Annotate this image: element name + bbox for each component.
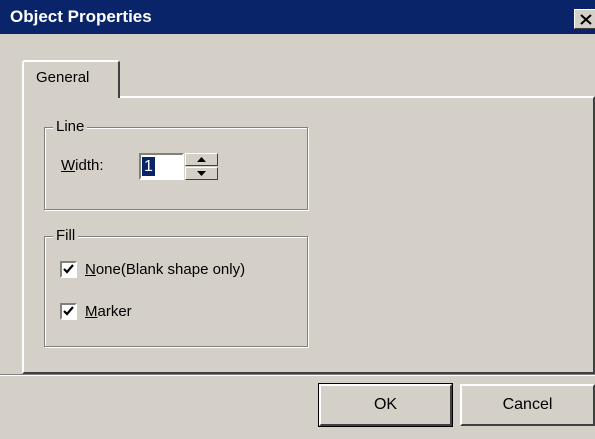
none-label-rest: one(Blank shape only): [95, 261, 246, 278]
close-icon: [580, 14, 592, 25]
button-area-divider: [0, 374, 595, 376]
tab-general-label: General: [36, 69, 90, 86]
width-label: Width:: [61, 156, 104, 176]
marker-checkbox[interactable]: [60, 303, 77, 320]
marker-label-mnemonic: M: [85, 303, 98, 320]
checkmark-icon: [63, 306, 74, 316]
fill-group-legend: Fill: [53, 226, 79, 246]
marker-label-rest: arker: [97, 303, 132, 320]
width-spin-down-button[interactable]: [185, 167, 218, 180]
spin-up-arrow-icon: [197, 157, 206, 162]
tab-general[interactable]: General: [22, 60, 120, 98]
title-bar[interactable]: Object Properties: [0, 0, 595, 34]
line-group: Line Width: 1: [44, 117, 308, 210]
marker-label: Marker: [85, 302, 132, 322]
cancel-button[interactable]: Cancel: [460, 384, 595, 426]
width-value: 1: [142, 157, 155, 176]
width-input[interactable]: 1: [139, 153, 184, 180]
width-label-rest: idth:: [75, 157, 104, 174]
close-button[interactable]: [574, 9, 595, 29]
none-blank-shape-checkbox[interactable]: [60, 261, 77, 278]
line-group-legend: Line: [53, 117, 88, 137]
width-spin-up-button[interactable]: [185, 153, 218, 166]
ok-button[interactable]: OK: [318, 383, 453, 427]
width-label-mnemonic: W: [61, 157, 76, 174]
fill-group: Fill None(Blank shape only) Marker: [44, 226, 308, 347]
none-blank-shape-label: None(Blank shape only): [85, 260, 245, 280]
checkmark-icon: [63, 264, 74, 274]
spin-down-arrow-icon: [197, 171, 206, 176]
window-title: Object Properties: [10, 7, 152, 26]
none-label-mnemonic: N: [85, 261, 96, 278]
